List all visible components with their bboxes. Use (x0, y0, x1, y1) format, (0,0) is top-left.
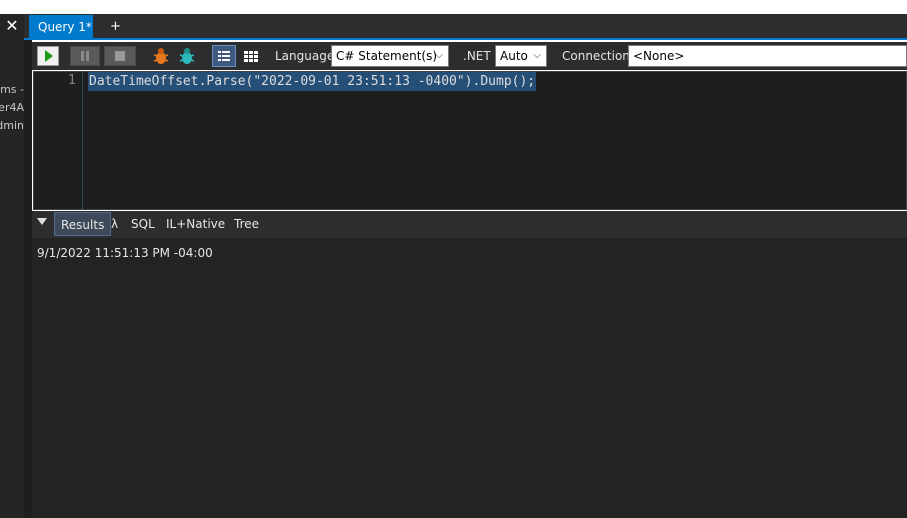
tab-sql[interactable]: SQL (131, 212, 155, 236)
results-output-panel (32, 238, 907, 518)
result-value: 9/1/2022 11:51:13 PM -04:00 (37, 246, 213, 260)
rich-text-view-icon (218, 51, 230, 61)
code-line[interactable]: DateTimeOffset.Parse("2022-09-01 23:51:1… (88, 72, 537, 91)
run-button[interactable] (37, 46, 59, 66)
grid-view-button[interactable] (240, 45, 262, 67)
connection-select[interactable]: <None> (628, 45, 907, 67)
tab-il-native[interactable]: IL+Native (166, 212, 225, 236)
net-label: .NET (463, 49, 491, 63)
run-icon (45, 50, 53, 62)
tab-tree[interactable]: Tree (234, 212, 259, 236)
stop-button[interactable] (104, 46, 136, 66)
grid-view-icon (244, 51, 258, 62)
tab-strip (24, 14, 907, 40)
debug-bug-teal-button[interactable] (176, 46, 198, 66)
bug-teal-icon (179, 48, 195, 64)
connection-label: Connection (562, 49, 630, 63)
pause-button[interactable] (70, 46, 100, 66)
chevron-down-icon: ⌵ (533, 50, 541, 61)
pause-icon (81, 51, 89, 61)
bug-orange-icon (153, 48, 169, 64)
panel-splitter[interactable] (24, 14, 32, 518)
left-panel-text: ver4A (0, 101, 24, 114)
left-panel-text: - ms (0, 83, 24, 96)
tab-query-1[interactable]: Query 1* (29, 15, 93, 39)
collapse-results-icon[interactable] (37, 218, 47, 225)
rich-text-view-button[interactable] (212, 45, 236, 67)
gutter-divider (82, 72, 83, 209)
code-editor[interactable] (33, 71, 907, 210)
net-version-value: Auto (500, 49, 528, 63)
close-icon[interactable]: ✕ (0, 14, 24, 38)
chevron-down-icon: ⌵ (435, 50, 443, 61)
results-tab-bar (32, 211, 907, 238)
stop-icon (115, 51, 125, 61)
left-panel-text: dmin (0, 119, 24, 132)
debug-bug-orange-button[interactable] (150, 46, 172, 66)
tab-results[interactable]: Results (54, 212, 112, 236)
new-query-tab-button[interactable]: + (110, 15, 121, 39)
connection-select-value: <None> (633, 49, 685, 63)
language-label: Language (275, 49, 335, 63)
language-select-value: C# Statement(s) (336, 49, 438, 63)
language-select[interactable]: C# Statement(s) ⌵ (331, 45, 449, 67)
line-number: 1 (68, 73, 76, 88)
net-version-select[interactable]: Auto ⌵ (495, 45, 547, 67)
tab-lambda[interactable]: λ (111, 212, 118, 236)
